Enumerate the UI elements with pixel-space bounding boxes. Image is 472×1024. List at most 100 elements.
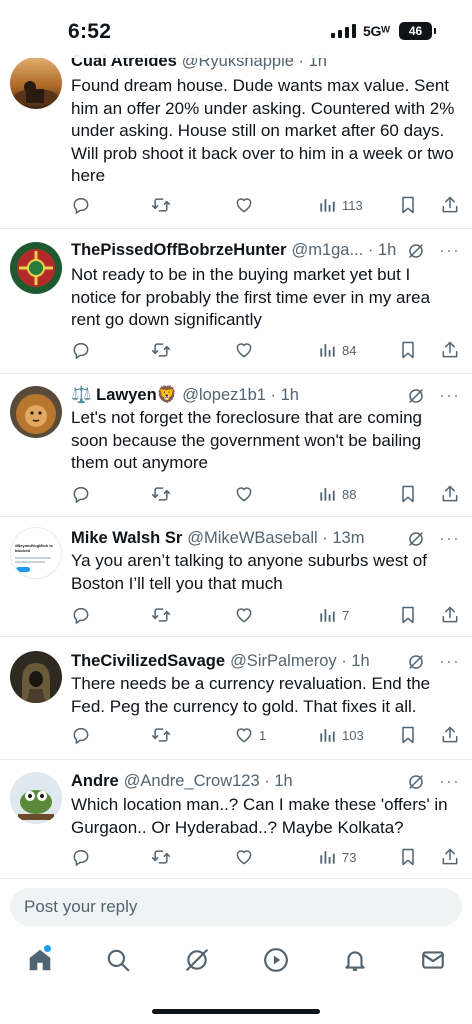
handle[interactable]: @m1ga... · 1h — [291, 241, 396, 260]
tab-grok[interactable] — [184, 947, 210, 973]
views-icon — [320, 729, 335, 742]
battery-icon: 46 — [399, 22, 436, 40]
like-button[interactable] — [234, 194, 259, 216]
handle[interactable]: @MikeWBaseball · 13m — [187, 529, 364, 548]
share-button[interactable] — [440, 339, 460, 361]
reply-tweet[interactable]: ⚖️ Lawyen🦁 @lopez1b1 · 1h ··· Let's not … — [0, 374, 472, 517]
reply-tweet[interactable]: ThePissedOffBobrzeHunter @m1ga... · 1h ·… — [0, 229, 472, 374]
reply-button[interactable] — [71, 194, 91, 216]
handle[interactable]: @Andre_Crow123 · 1h — [124, 772, 293, 791]
tweet-actions: 73 — [71, 846, 461, 870]
views-button[interactable]: 113 — [317, 194, 363, 216]
views-button[interactable]: 88 — [317, 483, 356, 505]
share-button[interactable] — [440, 483, 460, 505]
display-name[interactable]: Andre — [71, 772, 119, 791]
like-button[interactable] — [234, 483, 259, 505]
tweet-header: Andre @Andre_Crow123 · 1h ··· — [71, 771, 460, 792]
grok-icon[interactable] — [407, 387, 425, 405]
grok-icon[interactable] — [407, 773, 425, 791]
reply-button[interactable] — [71, 724, 91, 746]
new-posts-dot — [44, 945, 51, 952]
bookmark-button[interactable] — [398, 724, 418, 746]
repost-button[interactable] — [151, 194, 171, 216]
share-icon — [442, 341, 458, 358]
bookmark-button[interactable] — [398, 194, 418, 216]
reply-tweet[interactable]: TheCivilizedSavage @SirPalmeroy · 1h ···… — [0, 637, 472, 760]
tab-search[interactable] — [105, 947, 131, 973]
views-icon — [320, 609, 335, 622]
bookmark-button[interactable] — [398, 846, 418, 868]
more-options-icon[interactable]: ··· — [439, 528, 460, 549]
more-options-icon[interactable]: ··· — [439, 385, 460, 406]
tab-home[interactable] — [27, 945, 53, 973]
reply-input[interactable]: Post your reply — [10, 888, 462, 926]
reply-tweet[interactable]: #BeyondVogMich is blocked Mike Walsh Sr … — [0, 517, 472, 637]
notifications-icon — [345, 951, 365, 971]
share-icon — [442, 606, 458, 623]
reply-button[interactable] — [71, 483, 91, 505]
tab-notifications[interactable] — [342, 947, 368, 973]
messages-icon — [422, 951, 444, 969]
display-name[interactable]: ⚖️ Lawyen🦁 — [71, 386, 177, 405]
tweet-text: Ya you aren’t talking to anyone suburbs … — [71, 551, 427, 593]
like-button[interactable] — [234, 339, 259, 361]
grok-icon[interactable] — [407, 242, 425, 260]
grok-icon[interactable] — [407, 653, 425, 671]
views-button[interactable]: 73 — [317, 846, 356, 868]
share-button[interactable] — [440, 846, 460, 868]
repost-icon — [151, 487, 171, 501]
avatar[interactable] — [10, 772, 62, 824]
repost-button[interactable] — [151, 846, 171, 868]
more-options-icon[interactable]: ··· — [439, 771, 460, 792]
views-icon — [320, 199, 335, 212]
repost-button[interactable] — [151, 604, 171, 626]
like-button[interactable] — [234, 604, 259, 626]
reply-button[interactable] — [71, 846, 91, 868]
views-button[interactable]: 7 — [317, 604, 349, 626]
like-button[interactable]: 1 — [234, 724, 266, 746]
communities-icon — [186, 949, 208, 971]
handle[interactable]: @lopez1b1 · 1h — [182, 386, 299, 405]
avatar[interactable] — [10, 57, 62, 109]
tab-video[interactable] — [263, 947, 289, 973]
replies-feed: Cual Atreides @Ryukshappie · 1h Found dr… — [0, 0, 472, 878]
avatar[interactable] — [10, 242, 62, 294]
views-count: 73 — [342, 849, 357, 865]
share-button[interactable] — [440, 194, 460, 216]
tweet-text: There needs be a currency revaluation. E… — [71, 674, 431, 716]
avatar[interactable] — [10, 386, 62, 438]
share-icon — [442, 196, 458, 213]
bottom-tab-bar — [0, 934, 472, 994]
bookmark-button[interactable] — [398, 483, 418, 505]
repost-button[interactable] — [151, 724, 171, 746]
grok-icon[interactable] — [407, 530, 425, 548]
reply-icon — [73, 608, 89, 625]
tweet-text: Which location man..? Can I make these '… — [71, 795, 448, 837]
avatar[interactable]: #BeyondVogMich is blocked — [10, 527, 62, 579]
views-icon — [320, 344, 335, 357]
repost-button[interactable] — [151, 483, 171, 505]
display-name[interactable]: TheCivilizedSavage — [71, 652, 225, 671]
share-button[interactable] — [440, 724, 460, 746]
display-name[interactable]: Mike Walsh Sr — [71, 529, 182, 548]
tweet-text: Let's not forget the foreclosure that ar… — [71, 408, 422, 472]
views-button[interactable]: 103 — [317, 724, 364, 746]
more-options-icon[interactable]: ··· — [439, 240, 460, 261]
reply-button[interactable] — [71, 339, 91, 361]
reply-tweet[interactable]: Andre @Andre_Crow123 · 1h ··· Which loca… — [0, 760, 472, 878]
repost-icon — [151, 850, 171, 864]
reply-button[interactable] — [71, 604, 91, 626]
share-button[interactable] — [440, 604, 460, 626]
more-options-icon[interactable]: ··· — [439, 651, 460, 672]
tab-messages[interactable] — [420, 947, 446, 973]
avatar[interactable] — [10, 651, 62, 703]
bookmark-button[interactable] — [398, 339, 418, 361]
repost-button[interactable] — [151, 339, 171, 361]
bookmark-button[interactable] — [398, 604, 418, 626]
like-button[interactable] — [234, 846, 259, 868]
display-name[interactable]: ThePissedOffBobrzeHunter — [71, 241, 286, 260]
handle[interactable]: @SirPalmeroy · 1h — [230, 652, 370, 671]
views-button[interactable]: 84 — [317, 339, 356, 361]
repost-icon — [151, 343, 171, 357]
like-icon — [236, 343, 252, 358]
